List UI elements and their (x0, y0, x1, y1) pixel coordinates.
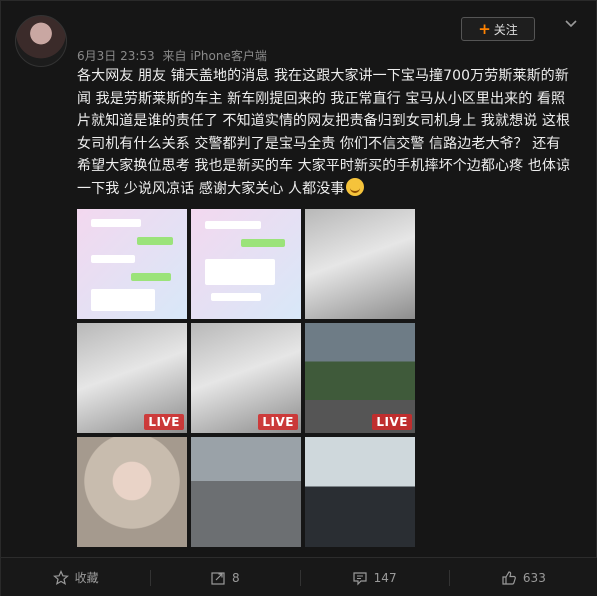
comment-icon (353, 571, 367, 585)
image-thumb-3[interactable] (305, 209, 415, 319)
plus-icon: + (478, 19, 491, 38)
thumbs-up-icon (502, 570, 516, 585)
repost-count: 8 (232, 570, 240, 585)
image-thumb-7[interactable] (77, 437, 187, 547)
post-text: 各大网友 朋友 铺天盖地的消息 我在这跟大家讲一下宝马撞700万劳斯莱斯的新闻 … (77, 65, 571, 200)
follow-label: 关注 (493, 22, 518, 37)
image-thumb-8[interactable] (191, 437, 301, 547)
image-grid: LIVE LIVE LIVE (77, 209, 415, 547)
follow-button[interactable]: + 关注 (461, 17, 535, 41)
comment-count: 147 (373, 570, 397, 585)
star-icon (52, 569, 69, 585)
post-date[interactable]: 6月3日 23:53 (77, 49, 155, 63)
image-thumb-2[interactable] (191, 209, 301, 319)
like-count: 633 (522, 570, 546, 585)
image-thumb-9[interactable] (305, 437, 415, 547)
live-badge: LIVE (372, 414, 412, 430)
post-text-body: 各大网友 朋友 铺天盖地的消息 我在这跟大家讲一下宝马撞700万劳斯莱斯的新闻 … (77, 68, 571, 197)
image-thumb-4[interactable]: LIVE (77, 323, 187, 433)
live-badge: LIVE (258, 414, 298, 430)
avatar[interactable] (15, 15, 67, 67)
action-bar: 收藏 8 147 633 (1, 557, 597, 596)
image-thumb-5[interactable]: LIVE (191, 323, 301, 433)
live-badge: LIVE (144, 414, 184, 430)
smile-emoji-icon (346, 177, 365, 196)
favorite-button[interactable]: 收藏 (1, 558, 150, 596)
like-button[interactable]: 633 (448, 558, 597, 596)
image-thumb-6[interactable]: LIVE (305, 323, 415, 433)
image-thumb-1[interactable] (77, 209, 187, 319)
favorite-label: 收藏 (74, 571, 99, 585)
post-source: 来自 iPhone客户端 (162, 49, 267, 63)
post-meta: 6月3日 23:53 来自 iPhone客户端 (77, 47, 267, 64)
repost-icon (211, 571, 225, 585)
comment-button[interactable]: 147 (299, 558, 449, 596)
chevron-down-icon[interactable] (563, 15, 579, 31)
weibo-post-card: + 关注 6月3日 23:53 来自 iPhone客户端 各大网友 朋友 铺天盖… (0, 0, 597, 596)
repost-button[interactable]: 8 (150, 558, 299, 596)
